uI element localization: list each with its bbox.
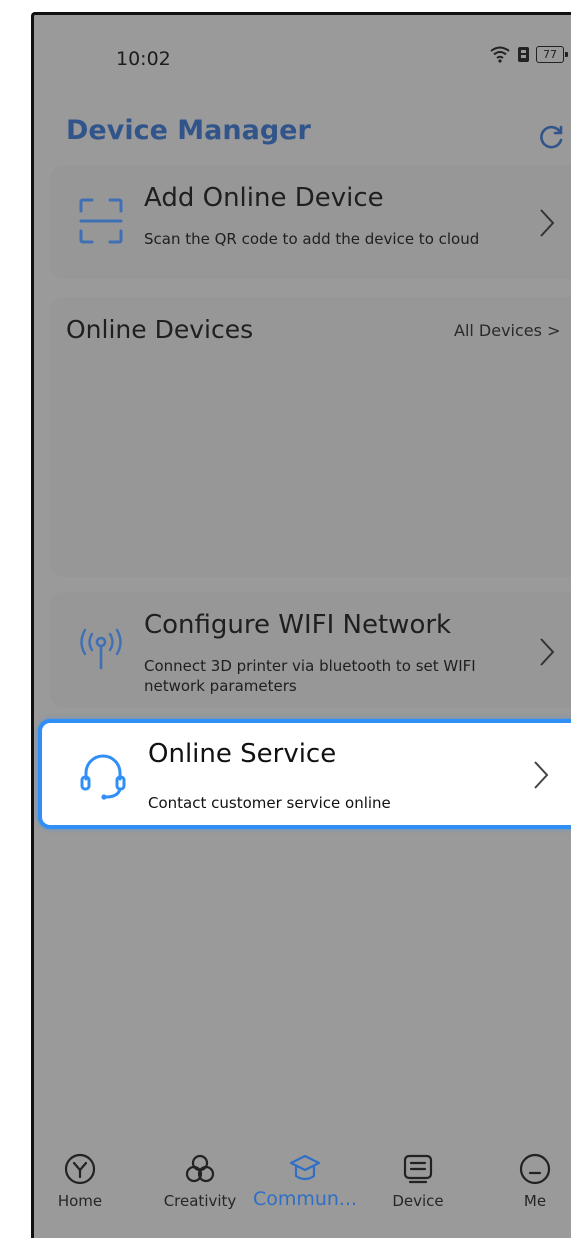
tab-label: Me: [523, 1192, 547, 1210]
online-service-card[interactable]: Online Service Contact customer service …: [38, 719, 571, 829]
configure-wifi-card[interactable]: Configure WIFI Network Connect 3D printe…: [50, 592, 571, 708]
bottom-tab-bar: Home Creativity Commun... Device Me: [34, 1142, 571, 1238]
home-icon: [64, 1153, 96, 1185]
configure-wifi-title: Configure WIFI Network: [144, 610, 452, 640]
add-device-card[interactable]: Add Online Device Scan the QR code to ad…: [50, 165, 571, 279]
headset-icon: [80, 754, 126, 800]
page-title: Device Manager: [66, 115, 311, 146]
me-icon: [519, 1153, 551, 1185]
configure-wifi-subtitle: Connect 3D printer via bluetooth to set …: [144, 657, 476, 695]
tab-label: Commun...: [252, 1188, 358, 1210]
chevron-right-icon: [540, 209, 555, 237]
chevron-right-icon: [534, 761, 549, 789]
online-devices-title: Online Devices: [66, 315, 254, 344]
tab-me[interactable]: Me: [485, 1152, 571, 1210]
chevron-right-icon: [540, 638, 555, 666]
tab-label: Creativity: [163, 1192, 237, 1210]
scan-icon: [79, 198, 123, 244]
battery-icon: 77: [536, 45, 568, 63]
tab-label: Home: [57, 1192, 103, 1210]
add-device-title: Add Online Device: [144, 183, 384, 213]
refresh-icon[interactable]: [536, 123, 566, 153]
tab-creativity[interactable]: Creativity: [150, 1152, 250, 1210]
battery-saver-icon: [518, 46, 529, 62]
online-service-title: Online Service: [148, 739, 337, 769]
creativity-icon: [185, 1154, 215, 1183]
battery-level: 77: [543, 47, 557, 61]
status-time: 10:02: [116, 48, 171, 70]
phone-screen: 10:02 77 Device Manager Add Online Devic…: [31, 12, 571, 1238]
antenna-icon: [80, 628, 122, 670]
tab-device[interactable]: Device: [368, 1152, 468, 1210]
community-icon: [289, 1154, 321, 1181]
tab-home[interactable]: Home: [34, 1152, 130, 1210]
add-device-subtitle: Scan the QR code to add the device to cl…: [144, 230, 480, 248]
status-icons: 77: [489, 45, 568, 63]
online-service-subtitle: Contact customer service online: [148, 794, 391, 812]
all-devices-link[interactable]: All Devices >: [454, 321, 560, 340]
tab-community[interactable]: Commun...: [252, 1152, 358, 1210]
online-devices-card: Online Devices All Devices >: [50, 297, 571, 577]
device-icon: [403, 1154, 433, 1184]
tab-label: Device: [392, 1192, 444, 1210]
wifi-icon: [490, 46, 510, 63]
